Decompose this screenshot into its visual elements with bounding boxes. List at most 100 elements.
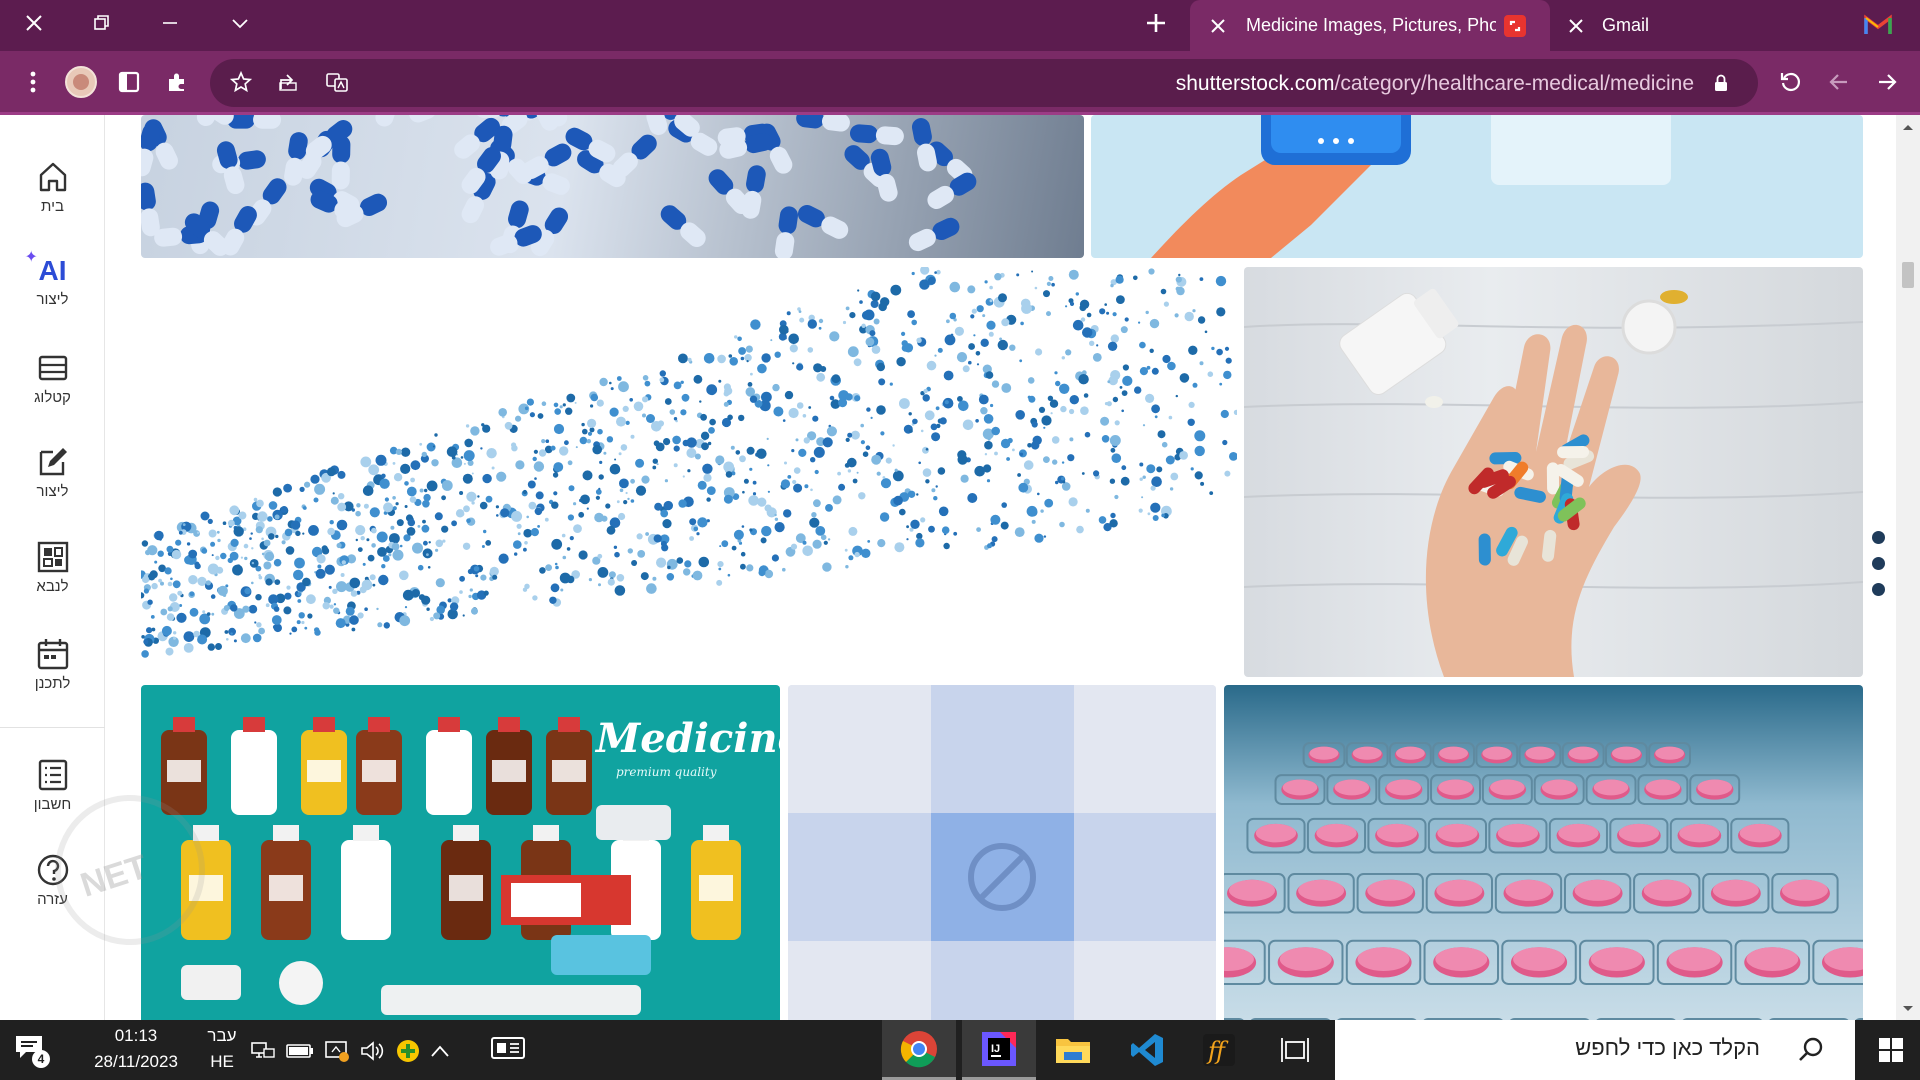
news-widget-button[interactable] [490,1034,530,1066]
carousel-pagination[interactable] [1872,531,1886,599]
taskbar-intellij[interactable]: IJ [962,1020,1036,1080]
share-icon[interactable] [272,65,306,99]
clock-time[interactable]: 01:13 [86,1026,186,1046]
taskbar-search[interactable]: הקלד כאן כדי לחפש [1335,1020,1855,1080]
gallery-image-medicine-illustration[interactable]: Medicine premium quality [141,685,780,1020]
task-view-icon [1281,1038,1309,1062]
medicine-illustration-title: Medicine [596,715,780,762]
browser-menu-button[interactable] [16,65,50,99]
scroll-thumb[interactable] [1902,262,1914,288]
battery-icon[interactable] [286,1043,314,1059]
file-explorer-icon [1056,1039,1090,1063]
taskbar-file-explorer[interactable] [1036,1020,1110,1080]
sidebar-item-account[interactable]: חשבון [0,758,105,813]
chrome-icon [900,1030,937,1067]
gallery-image-phone-illustration[interactable] [1091,115,1863,258]
arrow-right-icon [1879,74,1897,90]
url-text[interactable]: shutterstock.com/category/healthcare-med… [1176,72,1694,96]
sidebar-item-label: לנבא [36,578,69,595]
taskbar-task-view[interactable] [1258,1020,1332,1080]
medicine-illustration-subtitle: premium quality [616,765,717,779]
pagination-dot[interactable] [1872,557,1885,570]
extensions-button[interactable] [160,65,194,99]
url-path: /category/healthcare-medical/medicine [1334,72,1694,95]
sidebar-item-label: קטלוג [34,389,71,406]
new-tab-button[interactable] [1138,8,1174,38]
network-icon[interactable] [250,1040,276,1062]
tray-app-icon[interactable] [396,1039,420,1063]
gallery-image-placeholder[interactable] [788,685,1216,1020]
lock-icon[interactable] [1704,66,1738,100]
volume-icon[interactable] [360,1040,386,1062]
fontforge-icon: ff [1203,1034,1235,1066]
translate-icon[interactable] [320,65,354,99]
sidebar-item-ai-create[interactable]: ✦ AI ליצור [0,249,105,308]
image-gallery: Medicine premium quality [106,115,1896,1020]
sidebar-item-label: חשבון [33,796,72,813]
gmail-icon [1864,14,1892,36]
scroll-down-icon [1903,1006,1913,1011]
pagination-dot[interactable] [1872,583,1885,596]
search-placeholder: הקלד כאן כדי לחפש [1575,1035,1760,1060]
profile-avatar[interactable] [64,65,98,99]
restore-window-button[interactable] [84,8,120,38]
remote-desktop-icon[interactable] [324,1039,350,1063]
plus-icon [1147,14,1165,32]
notification-count-badge: 4 [32,1050,50,1068]
account-list-icon [38,759,67,791]
close-tab-icon[interactable] [1208,18,1228,33]
language-indicator-top[interactable]: עבר [205,1026,239,1046]
back-button[interactable] [1822,65,1856,99]
pagination-dot[interactable] [1872,531,1885,544]
kebab-menu-icon [30,71,36,93]
bookmark-star-icon[interactable] [224,65,258,99]
side-panel-button[interactable] [112,65,146,99]
scroll-up-icon [1903,125,1913,130]
svg-text:IJ: IJ [991,1043,1000,1055]
gallery-image-particles[interactable] [141,267,1237,677]
catalog-icon [38,355,67,381]
sidebar-item-catalog[interactable]: קטלוג [0,351,105,406]
edit-icon [39,448,67,476]
page-scrollbar[interactable] [1896,115,1920,1020]
notification-center-button[interactable]: 4 [14,1034,54,1070]
sidebar-item-label: ליצור [36,483,69,500]
gallery-image-pink-pills[interactable] [1224,685,1863,1020]
chevron-down-icon [232,19,248,29]
gallery-image-hand-pills[interactable] [1244,267,1863,677]
arrow-left-icon [1829,74,1847,90]
calendar-icon [37,639,68,670]
news-icon [491,1037,525,1059]
close-tab-icon[interactable] [1566,18,1586,33]
address-bar[interactable]: shutterstock.com/category/healthcare-med… [210,59,1758,107]
windows-icon [1879,1038,1903,1062]
tab-title: Medicine Images, Pictures, Photos [1246,15,1496,35]
start-button[interactable] [1862,1020,1920,1080]
reload-button[interactable] [1774,65,1808,99]
sidebar-divider [0,727,105,728]
capsules-image [141,115,977,258]
sidebar-item-create[interactable]: ליצור [0,445,105,500]
taskbar-fontforge[interactable]: ff [1182,1020,1256,1080]
tab-gmail[interactable]: Gmail [1560,0,1860,51]
language-indicator-bottom[interactable]: HE [205,1052,239,1072]
clock-date[interactable]: 28/11/2023 [86,1052,186,1072]
minimize-icon [163,22,177,24]
close-window-button[interactable] [16,8,52,38]
chevron-up-icon[interactable] [430,1044,450,1058]
taskbar-chrome[interactable] [882,1020,956,1080]
tab-shutterstock[interactable]: Medicine Images, Pictures, Photos [1190,0,1550,51]
tab-search-button[interactable] [222,8,258,38]
tab-title: Gmail [1602,15,1650,35]
windows-taskbar: 4 01:13 28/11/2023 עבר HE IJ ff הקלד כאן… [0,1020,1920,1080]
sidebar-item-home[interactable]: בית [0,160,105,215]
vscode-icon [1131,1034,1163,1066]
taskbar-vscode[interactable] [1110,1020,1184,1080]
sidebar-item-plan[interactable]: לתכנן [0,637,105,692]
puzzle-icon [169,73,184,91]
sidebar-item-predict[interactable]: לנבא [0,540,105,595]
url-domain: shutterstock.com [1175,72,1335,95]
forward-button[interactable] [1870,65,1904,99]
gallery-image-capsules[interactable] [141,115,1084,258]
minimize-window-button[interactable] [152,8,188,38]
